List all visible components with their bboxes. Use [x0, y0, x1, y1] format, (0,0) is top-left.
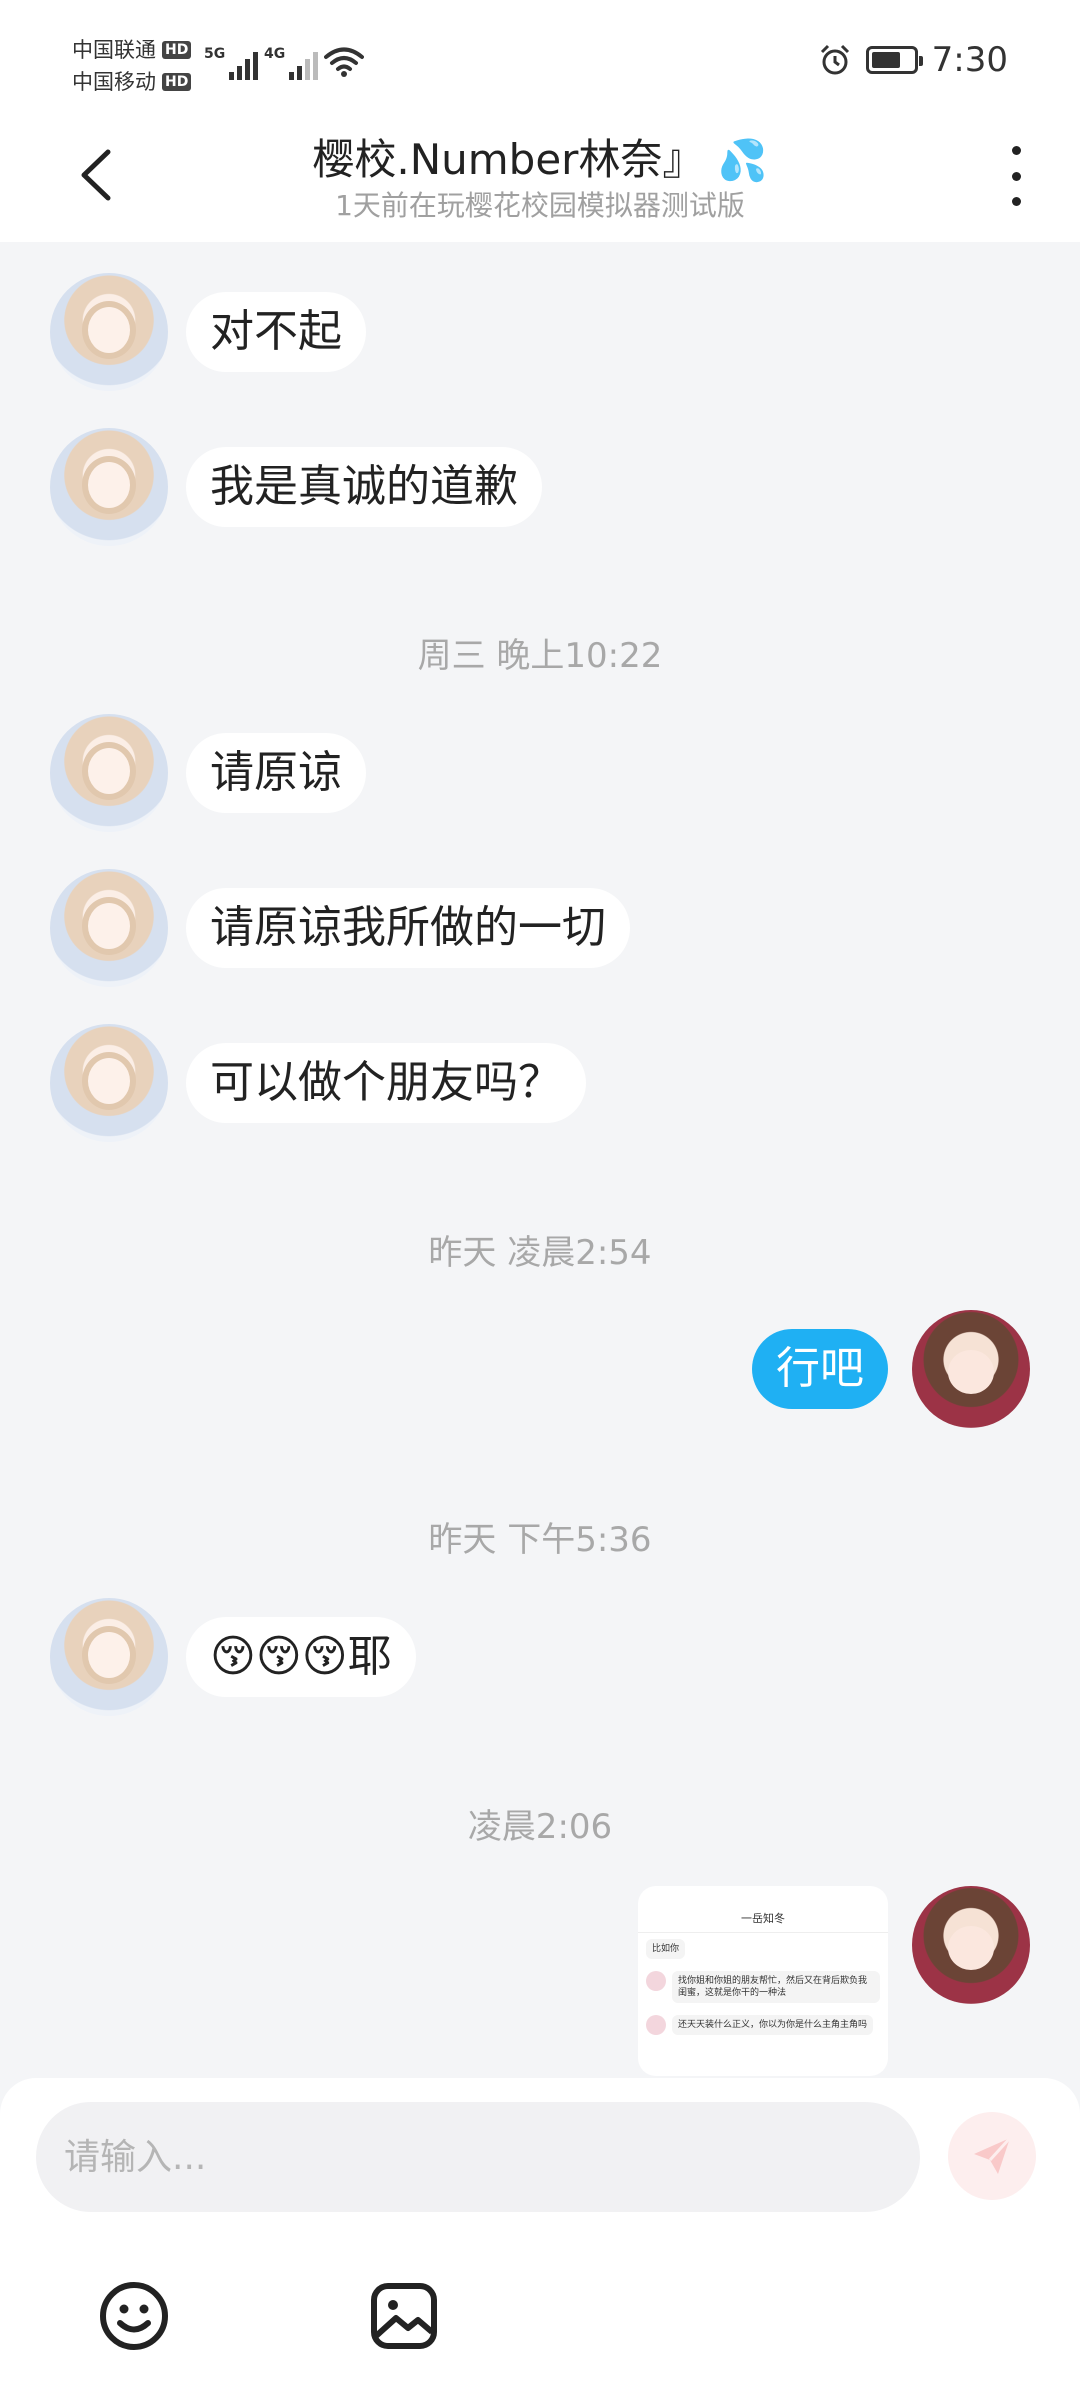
- carrier-name-2: 中国移动: [72, 70, 156, 94]
- signal-5g-icon: 5G: [204, 46, 259, 80]
- thumb-line: 找你姐和你姐的朋友帮忙，然后又在背后欺负我闺蜜，这就是你干的一种法: [672, 1971, 880, 2003]
- timestamp: 周三 晚上10:22: [417, 636, 663, 676]
- send-icon: [974, 2136, 1012, 2174]
- contact-avatar[interactable]: [50, 273, 168, 391]
- contact-avatar[interactable]: [50, 1598, 168, 1716]
- thumb-line: 还天天装什么正义，你以为你是什么主角主角吗: [672, 2015, 874, 2035]
- thumb-avatar: [646, 2015, 666, 2035]
- timestamp: 昨天 下午5:36: [428, 1520, 652, 1560]
- message-outgoing: 行吧: [752, 1310, 1030, 1428]
- message-input[interactable]: [36, 2102, 920, 2212]
- message-bubble[interactable]: 请原谅我所做的一切: [186, 888, 630, 968]
- thumb-header: 一岳知冬: [638, 1906, 888, 1933]
- message-bubble[interactable]: 对不起: [186, 292, 366, 372]
- signal-4g-icon: 4G: [264, 46, 319, 80]
- message-incoming: 请原谅我所做的一切: [50, 869, 630, 987]
- thumb-line: 比如你: [646, 1939, 686, 1959]
- message-bubble[interactable]: 我是真诚的道歉: [186, 447, 542, 527]
- send-button[interactable]: [948, 2112, 1036, 2200]
- message-bubble[interactable]: 😚😚😚耶: [186, 1617, 416, 1697]
- message-bubble[interactable]: 行吧: [752, 1329, 888, 1409]
- message-incoming: 对不起: [50, 273, 366, 391]
- timestamp: 昨天 凌晨2:54: [428, 1233, 652, 1273]
- message-incoming: 😚😚😚耶: [50, 1598, 416, 1716]
- status-bar: 中国联通 HD 中国移动 HD 5G 4G 7:30: [0, 0, 1080, 120]
- status-right: 7:30: [818, 40, 1008, 80]
- composer-panel: [0, 2078, 1080, 2388]
- contact-activity: 1天前在玩樱花校园模拟器测试版: [335, 189, 745, 222]
- alarm-icon: [820, 44, 849, 75]
- message-bubble[interactable]: 可以做个朋友吗？: [186, 1043, 586, 1123]
- emoji-icon[interactable]: [96, 2278, 172, 2354]
- battery-icon: [865, 46, 923, 74]
- contact-avatar[interactable]: [50, 869, 168, 987]
- contact-avatar[interactable]: [50, 1024, 168, 1142]
- carrier-name-1: 中国联通: [72, 38, 156, 62]
- wifi-icon: [324, 47, 364, 77]
- contact-avatar[interactable]: [50, 714, 168, 832]
- my-avatar[interactable]: [912, 1886, 1030, 2004]
- my-avatar[interactable]: [912, 1310, 1030, 1428]
- image-icon[interactable]: [366, 2278, 442, 2354]
- shared-screenshot[interactable]: 一岳知冬 比如你 找你姐和你姐的朋友帮忙，然后又在背后欺负我闺蜜，这就是你干的一…: [638, 1886, 888, 2076]
- more-options-icon[interactable]: [1004, 146, 1028, 206]
- message-incoming: 请原谅: [50, 714, 366, 832]
- chat-title: 樱校.Number林奈』 💦: [0, 126, 1080, 187]
- hd-badge-2: HD: [162, 73, 192, 91]
- message-incoming: 我是真诚的道歉: [50, 428, 542, 546]
- chat-header: 樱校.Number林奈』 💦 1天前在玩樱花校园模拟器测试版: [0, 120, 1080, 242]
- message-bubble[interactable]: 请原谅: [186, 733, 366, 813]
- sweat-drops-emoji: 💦: [717, 138, 768, 184]
- clock: 7:30: [931, 40, 1008, 80]
- message-incoming: 可以做个朋友吗？: [50, 1024, 586, 1142]
- thumb-status-bar: [638, 1886, 888, 1906]
- contact-avatar[interactable]: [50, 428, 168, 546]
- thumb-avatar: [646, 1971, 666, 1991]
- timestamp: 凌晨2:06: [467, 1807, 613, 1847]
- contact-name: 樱校.Number林奈』: [312, 135, 705, 184]
- message-outgoing-image: 一岳知冬 比如你 找你姐和你姐的朋友帮忙，然后又在背后欺负我闺蜜，这就是你干的一…: [638, 1886, 1030, 2076]
- carrier-info: 中国联通 HD 中国移动 HD: [72, 34, 192, 98]
- hd-badge-1: HD: [162, 41, 192, 59]
